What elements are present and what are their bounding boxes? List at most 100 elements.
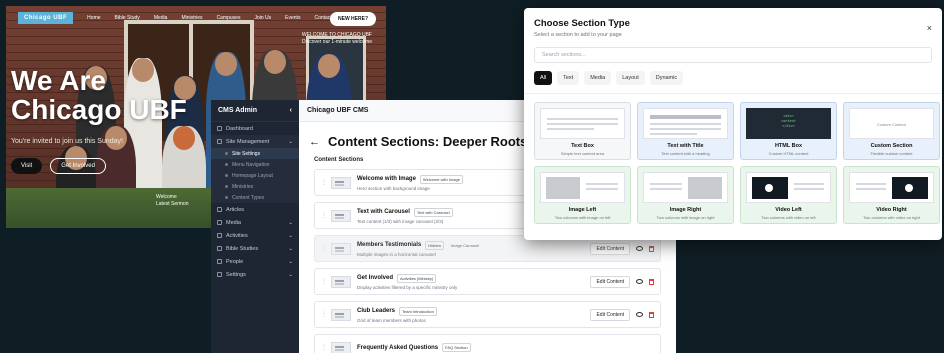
- sidebar-item-bible-studies[interactable]: Bible Studies ⌄: [211, 242, 299, 255]
- trash-icon[interactable]: [649, 278, 654, 285]
- image-placeholder: [688, 177, 722, 199]
- nav-ministries[interactable]: Ministries: [181, 15, 202, 21]
- section-card-image-right[interactable]: Image Right Two columns with image on ri…: [637, 166, 734, 224]
- sidebar-subitem-ministries[interactable]: Ministries: [211, 181, 299, 192]
- edit-content-button[interactable]: Edit Content: [590, 275, 630, 288]
- cms-title: CMS Admin ‹: [211, 100, 299, 122]
- code-line: </div>: [782, 124, 795, 128]
- section-card-video-right[interactable]: Video Right Two columns with video on ri…: [843, 166, 940, 224]
- nav-media[interactable]: Media: [154, 15, 168, 21]
- hero-buttons: Visit Get Involved: [11, 158, 106, 174]
- filter-text[interactable]: Text: [557, 71, 580, 85]
- sidebar-subitem-label: Ministries: [232, 183, 254, 190]
- bullet-icon: [225, 174, 228, 177]
- section-card-text-box[interactable]: Text Box Simple text content area: [534, 102, 631, 160]
- section-card-video-left[interactable]: Video Left Two columns with video on lef…: [740, 166, 837, 224]
- corner-welcome[interactable]: Welcome: [156, 194, 189, 201]
- eye-icon[interactable]: [636, 279, 643, 284]
- drag-handle-icon[interactable]: ⋮: [321, 212, 327, 219]
- nav-campuses[interactable]: Campuses: [217, 15, 241, 21]
- section-row[interactable]: ⋮ Frequently Asked Questions FAQ Section: [314, 334, 661, 353]
- hero-corner-links: Welcome Latest Sermon: [156, 194, 189, 208]
- card-title: Custom Section: [870, 143, 913, 149]
- section-name: Club Leaders: [357, 308, 396, 314]
- eye-icon[interactable]: [636, 312, 643, 317]
- card-title: Text with Title: [667, 143, 704, 149]
- sidebar-item-site-management[interactable]: Site Management ⌄: [211, 135, 299, 148]
- nav-events[interactable]: Events: [285, 15, 300, 21]
- back-arrow-icon[interactable]: ←: [309, 136, 320, 148]
- video-placeholder-icon: [752, 177, 788, 199]
- sidebar-item-settings[interactable]: Settings ⌄: [211, 268, 299, 281]
- section-row[interactable]: ⋮ Get Involved Activities (Ministry) Displ…: [314, 268, 661, 295]
- site-tagline: WELCOME TO CHICAGO UBF: [301, 32, 372, 38]
- drag-handle-icon[interactable]: ⋮: [321, 245, 327, 252]
- card-title: Video Right: [876, 207, 907, 213]
- section-type-badge: Activities (Ministry): [397, 273, 437, 283]
- section-thumbnail: [331, 176, 351, 189]
- sidebar-subitem-homepage-layout[interactable]: Homepage Layout: [211, 170, 299, 181]
- choose-section-modal: Choose Section Type Select a section to …: [524, 8, 942, 240]
- hidden-badge: Hidden: [425, 240, 444, 250]
- filter-media[interactable]: Media: [584, 71, 612, 85]
- modal-title: Choose Section Type: [534, 18, 630, 29]
- sidebar-subitem-label: Content Types: [232, 194, 265, 201]
- filter-dynamic[interactable]: Dynamic: [649, 71, 684, 85]
- filter-all[interactable]: All: [534, 71, 553, 85]
- sidebar-item-articles[interactable]: Articles: [211, 203, 299, 216]
- sidebar-subitem-site-settings[interactable]: Site Settings: [211, 148, 299, 159]
- sidebar-item-label: People: [226, 258, 244, 265]
- nav-home[interactable]: Home: [87, 15, 100, 21]
- search-input[interactable]: Search sections...: [534, 47, 932, 63]
- sidebar-item-dashboard[interactable]: Dashboard: [211, 122, 299, 135]
- hero-title: We Are Chicago UBF: [11, 66, 187, 124]
- section-card-custom-section[interactable]: Custom Content Custom Section Flexible c…: [843, 102, 940, 160]
- drag-handle-icon[interactable]: ⋮: [321, 311, 327, 318]
- drag-handle-icon[interactable]: ⋮: [321, 179, 327, 186]
- trash-icon[interactable]: [649, 245, 654, 252]
- site-logo[interactable]: Chicago UBF: [18, 12, 74, 24]
- chevron-down-icon: ⌄: [288, 232, 293, 239]
- bullet-icon: [225, 163, 228, 166]
- drag-handle-icon[interactable]: ⋮: [321, 278, 327, 285]
- sidebar-item-label: Site Management: [226, 138, 270, 145]
- card-title: Video Left: [775, 207, 802, 213]
- sidebar-group-site-management: Site Management ⌄ Site Settings Menu Navi…: [211, 135, 299, 203]
- corner-sermon[interactable]: Latest Sermon: [156, 201, 189, 208]
- card-title: Image Right: [669, 207, 702, 213]
- eye-off-icon[interactable]: [636, 246, 643, 251]
- divider: [524, 93, 942, 94]
- section-type-badge: FAQ Section: [442, 343, 471, 352]
- site-nav: Chicago UBF Home Bible Study Media Minis…: [6, 6, 386, 30]
- drag-handle-icon[interactable]: ⋮: [321, 344, 327, 351]
- hero-subtitle: You're invited to join us this Sunday!: [11, 138, 123, 145]
- sidebar-subitem-content-types[interactable]: Content Types: [211, 192, 299, 203]
- filter-layout[interactable]: Layout: [616, 71, 645, 85]
- nav-join-us[interactable]: Join Us: [254, 15, 271, 21]
- section-thumbnail: [331, 341, 351, 353]
- section-row[interactable]: ⋮ Club Leaders Team Introduction Grid of t…: [314, 301, 661, 328]
- section-type-badge: Image Carousel: [450, 242, 480, 248]
- bullet-icon: [225, 152, 228, 155]
- sidebar-item-activities[interactable]: Activities ⌄: [211, 229, 299, 242]
- card-preview: [746, 172, 831, 203]
- trash-icon[interactable]: [649, 311, 654, 318]
- sidebar-item-media[interactable]: Media ⌄: [211, 216, 299, 229]
- visit-button[interactable]: Visit: [11, 158, 43, 174]
- get-involved-button[interactable]: Get Involved: [50, 158, 106, 174]
- sidebar-item-people[interactable]: People ⌄: [211, 255, 299, 268]
- sidebar-subitem-menu-navigation[interactable]: Menu Navigation: [211, 159, 299, 170]
- section-card-image-left[interactable]: Image Left Two columns with image on lef…: [534, 166, 631, 224]
- section-thumbnail: [331, 275, 351, 288]
- nav-bible-study[interactable]: Bible Study: [115, 15, 140, 21]
- close-icon[interactable]: ×: [927, 23, 932, 33]
- new-here-button[interactable]: NEW HERE?: [330, 12, 376, 26]
- section-card-html-box[interactable]: <div> content </div> HTML Box Custom HTM…: [740, 102, 837, 160]
- edit-content-button[interactable]: Edit Content: [590, 308, 630, 321]
- section-card-text-with-title[interactable]: Text with Title Text content with a head…: [637, 102, 734, 160]
- section-name: Members Testimonials: [357, 242, 422, 248]
- sidebar-item-label: Dashboard: [226, 125, 253, 132]
- edit-content-button[interactable]: Edit Content: [590, 242, 630, 255]
- card-preview: Custom Content: [849, 108, 934, 139]
- chevron-left-icon[interactable]: ‹: [290, 107, 292, 114]
